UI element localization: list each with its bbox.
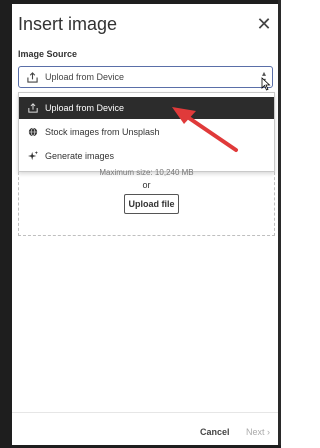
cancel-button[interactable]: Cancel — [200, 427, 230, 437]
dropdown-option-upload-from-device[interactable]: Upload from Device — [19, 97, 274, 119]
globe-icon — [28, 127, 38, 137]
next-button[interactable]: Next › — [246, 427, 270, 437]
dropdown-option-generate-images[interactable]: Generate images — [19, 145, 274, 167]
max-size-text: Maximum size: 10,240 MB — [99, 168, 194, 177]
window-frame-left — [0, 0, 12, 448]
dropdown-option-label: Stock images from Unsplash — [45, 127, 160, 137]
insert-image-dialog: Insert image ✕ Image Source Upload from … — [12, 4, 278, 445]
dropdown-option-label: Upload from Device — [45, 103, 125, 113]
image-source-label: Image Source — [18, 49, 78, 59]
file-dropzone[interactable]: Maximum size: 10,240 MB or Upload file — [18, 168, 275, 236]
selected-source-label: Upload from Device — [45, 72, 125, 82]
or-text: or — [142, 180, 151, 190]
footer-divider — [12, 412, 278, 413]
upload-file-button[interactable]: Upload file — [124, 194, 179, 214]
dialog-title: Insert image — [18, 14, 118, 34]
window-frame-right — [278, 0, 281, 448]
upload-icon — [28, 103, 38, 113]
dropdown-option-label: Generate images — [45, 151, 115, 161]
close-button[interactable]: ✕ — [256, 14, 272, 34]
upload-icon — [27, 72, 38, 83]
image-source-dropdown: Upload from Device Stock images from Uns… — [18, 92, 275, 172]
image-source-select[interactable]: Upload from Device ▴ ▾ — [18, 66, 273, 88]
dropdown-option-stock-unsplash[interactable]: Stock images from Unsplash — [19, 121, 274, 143]
sparkle-icon — [28, 151, 38, 161]
mouse-cursor-icon — [261, 77, 271, 91]
